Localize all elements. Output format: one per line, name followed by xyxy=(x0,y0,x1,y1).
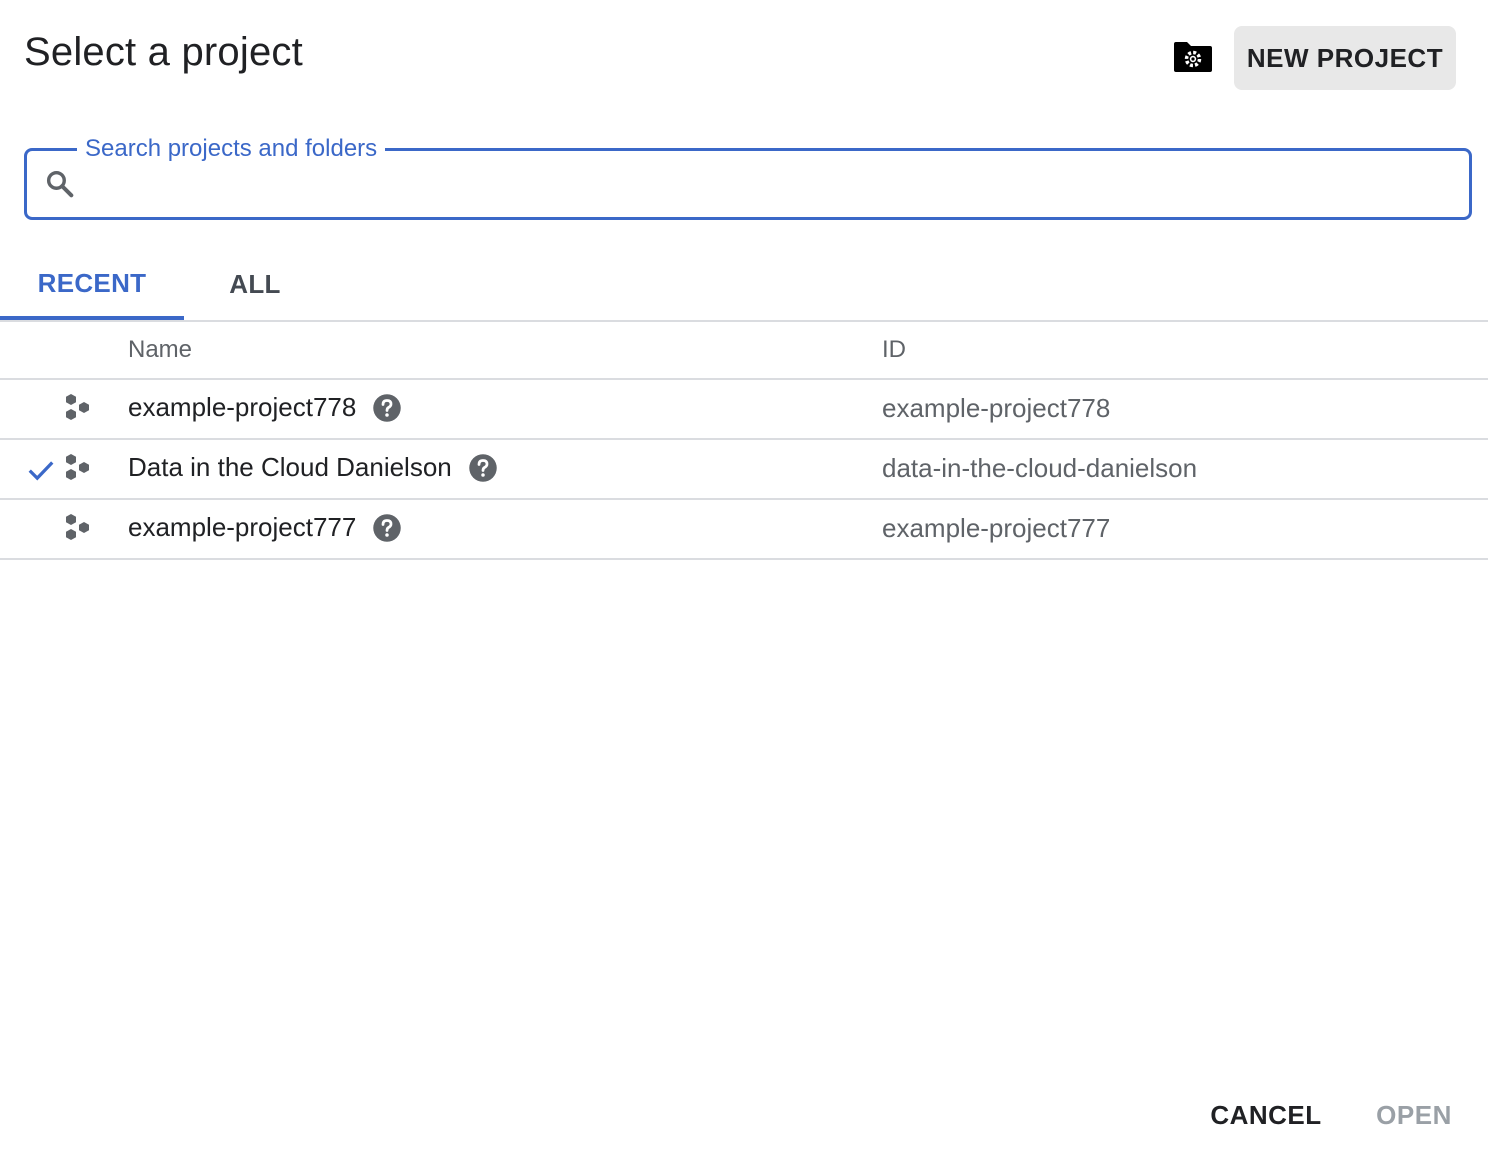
project-name-cell: example-project778 xyxy=(128,392,402,423)
search-field[interactable]: Search projects and folders xyxy=(24,133,1472,220)
project-id: data-in-the-cloud-danielson xyxy=(882,453,1198,483)
tab-recent[interactable]: RECENT xyxy=(0,250,184,320)
new-project-button[interactable]: NEW PROJECT xyxy=(1234,26,1456,90)
project-icon xyxy=(66,454,89,480)
cancel-button[interactable]: CANCEL xyxy=(1198,1088,1334,1142)
search-input[interactable] xyxy=(91,161,1455,209)
project-icon xyxy=(66,394,89,420)
help-icon[interactable] xyxy=(372,513,402,543)
column-header-id: ID xyxy=(882,336,906,363)
help-icon[interactable] xyxy=(468,453,498,483)
project-name: example-project777 xyxy=(128,512,357,542)
project-name: example-project778 xyxy=(128,392,357,422)
project-icon xyxy=(66,514,89,540)
select-project-dialog: Select a project NEW PROJECT Search proj… xyxy=(0,0,1488,1168)
open-button[interactable]: OPEN xyxy=(1358,1088,1470,1142)
table-row[interactable]: Data in the Cloud Danielson data-in-the-… xyxy=(0,440,1488,500)
project-name: Data in the Cloud Danielson xyxy=(128,452,452,482)
tab-bar: RECENT ALL xyxy=(0,250,1488,322)
manage-resources-button[interactable] xyxy=(1166,34,1220,80)
table-row[interactable]: example-project778 example-project778 xyxy=(0,380,1488,440)
help-icon[interactable] xyxy=(372,393,402,423)
column-header-name: Name xyxy=(128,336,193,363)
dialog-title: Select a project xyxy=(24,30,303,74)
project-name-cell: example-project777 xyxy=(128,512,402,543)
tab-all[interactable]: ALL xyxy=(184,250,326,318)
project-name-cell: Data in the Cloud Danielson xyxy=(128,452,498,483)
table-header: Name ID xyxy=(0,322,1488,380)
check-icon xyxy=(28,461,54,481)
manage-resources-icon xyxy=(1174,42,1212,72)
projects-table: Name ID example-project778 example-proje… xyxy=(0,322,1488,560)
table-row[interactable]: example-project777 example-project777 xyxy=(0,500,1488,560)
project-id: example-project777 xyxy=(882,513,1111,543)
search-icon xyxy=(46,170,74,198)
project-id: example-project778 xyxy=(882,393,1111,423)
